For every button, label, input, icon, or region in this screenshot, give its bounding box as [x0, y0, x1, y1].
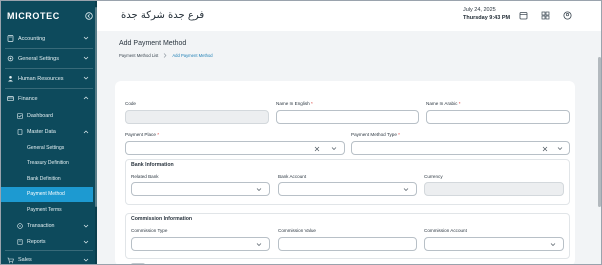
code-label: Code [125, 101, 136, 106]
currency-field [424, 182, 564, 196]
top-header: فرع جدة شركة جدة July 24, 2025 Thursday … [97, 1, 601, 31]
user-profile-icon[interactable] [563, 11, 572, 20]
sidebar-item-label: General Settings [18, 55, 59, 62]
sidebar-item-payment-method[interactable]: Payment Method [1, 186, 93, 202]
chevron-down-icon [83, 258, 89, 261]
exchange-icon [17, 222, 23, 229]
sidebar-item-dashboard[interactable]: Dashboard [1, 108, 97, 124]
sidebar-nav: Accounting General Settings Human Resour… [1, 29, 97, 265]
sidebar-item-label: Accounting [18, 35, 46, 42]
sidebar-item-treasury-definition[interactable]: Treasury Definition [1, 156, 97, 172]
document-icon [17, 129, 23, 135]
dashboard-icon [17, 113, 23, 119]
sidebar-item-label: Finance [18, 95, 38, 102]
related-bank-label: Related Bank [131, 174, 159, 179]
app-window: MICROTEC Accounting General Settings Hum… [0, 0, 602, 265]
branch-title: فرع جدة شركة جدة [121, 10, 205, 21]
sidebar-item-label: Payment Method [27, 191, 65, 198]
breadcrumb: Payment Method List Add Payment Method [119, 53, 213, 58]
sidebar-item-reports[interactable]: Reports [1, 234, 97, 250]
sidebar-item-label: Payment Terms [27, 206, 62, 213]
sidebar-item-label: Transaction [27, 222, 55, 229]
apps-grid-icon[interactable] [541, 11, 550, 20]
page-title: Add Payment Method [119, 40, 187, 47]
chevron-down-icon [83, 224, 89, 227]
sidebar-item-transaction[interactable]: Transaction [1, 218, 97, 234]
sidebar: MICROTEC Accounting General Settings Hum… [1, 1, 97, 265]
sidebar-item-accounting[interactable]: Accounting [1, 29, 97, 48]
sidebar-item-label: General Settings [27, 144, 65, 151]
name-english-input[interactable] [276, 110, 419, 124]
cart-icon [7, 257, 14, 264]
chevron-down-icon[interactable] [256, 187, 262, 192]
clear-icon[interactable] [542, 146, 548, 152]
breadcrumb-link-payment-method-list[interactable]: Payment Method List [119, 53, 158, 58]
chevron-down-icon[interactable] [256, 242, 262, 247]
chevron-up-icon [83, 130, 89, 134]
clear-icon[interactable] [314, 146, 320, 152]
sidebar-item-label: Treasury Definition [27, 160, 69, 167]
breadcrumb-current: Add Payment Method [172, 53, 213, 58]
commission-type-label: Commission Type [131, 228, 168, 233]
commission-account-select[interactable] [424, 237, 564, 251]
main-content: Add Payment Method Payment Method List A… [97, 31, 601, 264]
chevron-down-icon[interactable] [557, 146, 563, 151]
calculator-icon [7, 35, 14, 42]
chevron-right-icon [164, 53, 167, 58]
sidebar-item-human-resources[interactable]: Human Resources [1, 69, 97, 88]
name-english-label: Name In English * [276, 101, 313, 106]
sidebar-item-label: Reports [27, 238, 46, 245]
chevron-down-icon [83, 36, 89, 40]
chevron-down-icon[interactable] [403, 187, 409, 192]
collapse-sidebar-icon[interactable] [84, 12, 93, 21]
sidebar-item-finance[interactable]: Finance [1, 89, 97, 108]
sidebar-item-label: Sales [18, 257, 32, 263]
payment-method-type-select[interactable] [351, 141, 570, 155]
form-card: Code Name In English * Name In Arabic * … [115, 81, 575, 264]
chevron-down-icon[interactable] [550, 242, 556, 247]
sidebar-item-payment-terms[interactable]: Payment Terms [1, 202, 97, 218]
main-scrollbar-thumb[interactable] [598, 57, 601, 207]
report-icon [17, 238, 23, 245]
wallet-icon [7, 95, 14, 102]
payment-place-label: Payment Place * [125, 132, 159, 137]
name-arabic-label: Name In Arabic * [426, 101, 461, 106]
code-field [125, 110, 269, 124]
currency-label: Currency [424, 174, 443, 179]
gear-icon [7, 55, 14, 62]
commission-value-input[interactable] [278, 237, 417, 251]
chevron-up-icon [83, 96, 89, 100]
sidebar-item-master-data[interactable]: Master Data [1, 124, 97, 140]
chevron-down-icon [83, 240, 89, 243]
chevron-down-icon [83, 76, 89, 80]
logo: MICROTEC [7, 11, 60, 21]
bank-information-title: Bank Information [131, 162, 174, 168]
name-arabic-input[interactable] [426, 110, 570, 124]
sidebar-item-label: Master Data [27, 129, 56, 135]
sidebar-item-label: Dashboard [27, 113, 53, 119]
chevron-down-icon[interactable] [331, 146, 337, 151]
bank-account-select[interactable] [278, 182, 417, 196]
chevron-down-icon [83, 56, 89, 60]
payment-method-type-label: Payment Method Type * [351, 132, 400, 137]
sidebar-item-label: Bank Definition [27, 175, 61, 182]
commission-information-title: Commission Information [131, 216, 193, 222]
commission-type-select[interactable] [131, 237, 270, 251]
commission-value-label: Commission Value [278, 228, 316, 233]
sidebar-item-general-settings-sub[interactable]: General Settings [1, 140, 97, 156]
sidebar-item-general-settings[interactable]: General Settings [1, 49, 97, 68]
calendar-icon[interactable] [519, 11, 528, 20]
sidebar-item-label: Human Resources [18, 75, 64, 82]
commission-account-label: Commission Account [424, 228, 467, 233]
sidebar-header: MICROTEC [7, 9, 93, 23]
sidebar-item-sales[interactable]: Sales [1, 251, 97, 265]
bank-account-label: Bank Account [278, 174, 307, 179]
people-icon [7, 75, 14, 82]
related-bank-select[interactable] [131, 182, 270, 196]
sidebar-item-bank-definition[interactable]: Bank Definition [1, 171, 97, 187]
payment-place-select[interactable] [125, 141, 345, 155]
